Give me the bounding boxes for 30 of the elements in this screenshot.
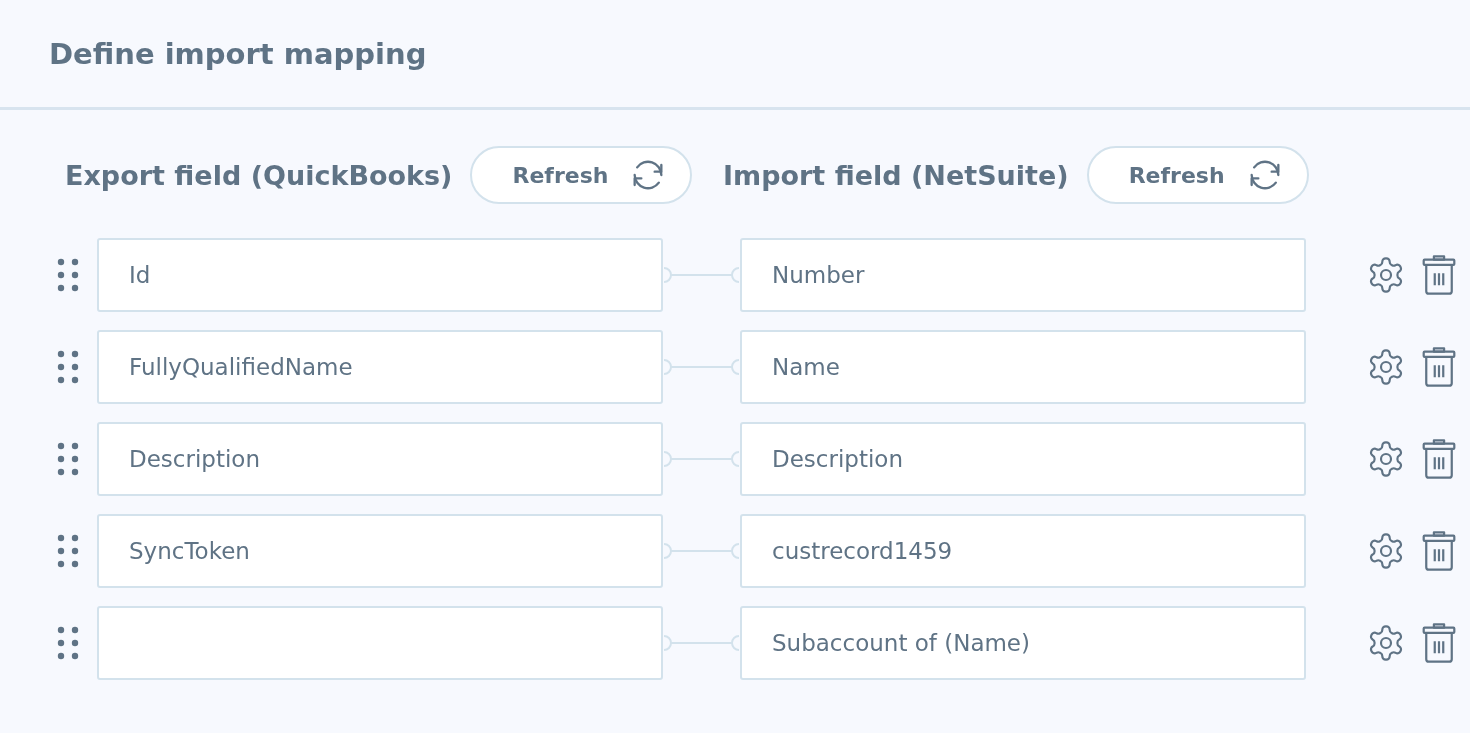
input-field[interactable]: Name [740, 330, 1306, 404]
input-field[interactable]: SyncToken [97, 514, 663, 588]
input-field[interactable]: Subaccount of (Name) [740, 606, 1306, 680]
column-heading: Export field (QuickBooks) [65, 159, 453, 191]
delete-button[interactable] [1422, 530, 1456, 572]
page-title: Define import mapping [49, 36, 427, 71]
delete-icon [1422, 346, 1456, 388]
drag-handle-icon[interactable] [57, 626, 79, 660]
input-field[interactable]: Id [97, 238, 663, 312]
delete-icon [1422, 254, 1456, 296]
delete-icon [1422, 438, 1456, 480]
drag-handle-icon[interactable] [57, 350, 79, 384]
input-field[interactable]: FullyQualifiedName [97, 330, 663, 404]
column-heading: Import field (NetSuite) [723, 159, 1069, 191]
input-field[interactable]: Description [740, 422, 1306, 496]
refresh-button[interactable]: Refresh [470, 146, 693, 204]
delete-icon [1422, 530, 1456, 572]
delete-button[interactable] [1422, 254, 1456, 296]
drag-handle-icon[interactable] [57, 442, 79, 476]
input-field[interactable] [97, 606, 663, 680]
drag-handle-icon[interactable] [57, 258, 79, 292]
delete-button[interactable] [1422, 622, 1456, 664]
delete-button[interactable] [1422, 438, 1456, 480]
input-field[interactable]: custrecord1459 [740, 514, 1306, 588]
input-field[interactable]: Number [740, 238, 1306, 312]
refresh-button[interactable]: Refresh [1086, 146, 1309, 204]
delete-icon [1422, 622, 1456, 664]
input-field[interactable]: Description [97, 422, 663, 496]
delete-button[interactable] [1422, 346, 1456, 388]
drag-handle-icon[interactable] [57, 534, 79, 568]
